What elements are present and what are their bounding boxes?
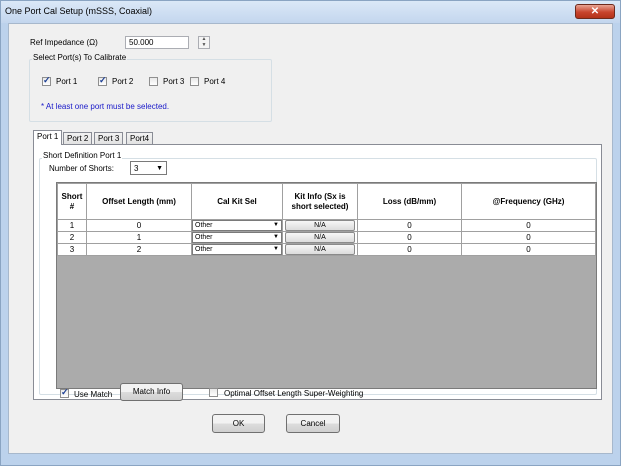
cancel-button[interactable]: Cancel	[286, 414, 340, 433]
chevron-down-icon: ▼	[273, 222, 279, 228]
table-row: 2 1 Other ▼ N/A 0 0	[57, 231, 596, 244]
port-select-group	[29, 59, 272, 122]
port3-checkbox[interactable]	[149, 77, 158, 86]
port4-checkbox[interactable]	[190, 77, 199, 86]
tab-port-3-label: Port 3	[98, 134, 120, 143]
col-kit-info-header: Kit Info (Sx is short selected)	[282, 183, 358, 220]
kit-sel-select[interactable]: Other ▼	[192, 220, 282, 231]
close-button[interactable]: ✕	[575, 4, 615, 19]
tab-port-2-label: Port 2	[67, 134, 89, 143]
window-title: One Port Cal Setup (mSSS, Coaxial)	[5, 6, 153, 16]
ref-impedance-value: 50.000	[129, 38, 154, 47]
port3-label: Port 3	[163, 77, 185, 86]
col-offset-header: Offset Length (mm)	[86, 183, 192, 220]
kit-sel-cell[interactable]: Other ▼	[191, 219, 283, 232]
ref-impedance-input[interactable]: 50.000	[125, 36, 189, 49]
spin-down-icon[interactable]: ▼	[199, 43, 209, 48]
short-cell[interactable]: 3	[57, 243, 87, 256]
freq-cell[interactable]: 0	[461, 231, 596, 244]
offset-cell[interactable]: 2	[86, 243, 192, 256]
short-cell[interactable]: 2	[57, 231, 87, 244]
loss-cell[interactable]: 0	[357, 243, 462, 256]
dialog-client: Ref Impedance (Ω) 50.000 ▲ ▼ Select Port…	[8, 23, 613, 454]
shorts-grid: Short # Offset Length (mm) Cal Kit Sel K…	[56, 182, 597, 389]
kit-sel-value: Other	[195, 234, 213, 241]
col-kit-sel-header: Cal Kit Sel	[191, 183, 283, 220]
port1-checkbox[interactable]	[42, 75, 51, 86]
kit-info-button[interactable]: N/A	[285, 232, 355, 243]
num-shorts-value: 3	[134, 164, 139, 173]
kit-info-button[interactable]: N/A	[285, 244, 355, 255]
num-shorts-select[interactable]: 3 ▼	[130, 161, 167, 175]
kit-sel-cell[interactable]: Other ▼	[191, 231, 283, 244]
table-header-row: Short # Offset Length (mm) Cal Kit Sel K…	[57, 183, 596, 220]
kit-sel-cell[interactable]: Other ▼	[191, 243, 283, 256]
port2-checkbox[interactable]	[98, 75, 107, 86]
optimal-offset-checkbox[interactable]	[209, 388, 218, 397]
tab-port-4-label: Port4	[130, 134, 150, 143]
chevron-down-icon: ▼	[273, 234, 279, 240]
kit-sel-select[interactable]: Other ▼	[192, 232, 282, 243]
ref-impedance-spinner[interactable]: ▲ ▼	[198, 36, 210, 49]
table-row: 3 2 Other ▼ N/A 0 0	[57, 243, 596, 256]
tab-panel: Short Definition Port 1 Number of Shorts…	[33, 144, 602, 400]
num-shorts-label: Number of Shorts:	[49, 164, 114, 173]
chevron-down-icon: ▼	[273, 246, 279, 252]
close-icon: ✕	[590, 6, 600, 17]
loss-cell[interactable]: 0	[357, 231, 462, 244]
short-cell[interactable]: 1	[57, 219, 87, 232]
optimal-offset-label: Optimal Offset Length Super-Weighting	[224, 389, 364, 398]
ok-button[interactable]: OK	[212, 414, 265, 433]
tab-port-1[interactable]: Port 1	[33, 130, 63, 145]
use-match-label: Use Match	[74, 390, 113, 399]
kit-info-cell[interactable]: N/A	[282, 219, 358, 232]
freq-cell[interactable]: 0	[461, 243, 596, 256]
kit-sel-value: Other	[195, 222, 213, 229]
match-info-button[interactable]: Match Info	[120, 383, 183, 401]
freq-cell[interactable]: 0	[461, 219, 596, 232]
port2-label: Port 2	[112, 77, 134, 86]
kit-sel-select[interactable]: Other ▼	[192, 244, 282, 255]
port-select-note: * At least one port must be selected.	[41, 102, 170, 111]
use-match-checkbox[interactable]	[60, 387, 69, 398]
kit-sel-value: Other	[195, 246, 213, 253]
chevron-down-icon: ▼	[156, 165, 163, 172]
short-definition-legend: Short Definition Port 1	[42, 151, 123, 160]
loss-cell[interactable]: 0	[357, 219, 462, 232]
kit-info-cell[interactable]: N/A	[282, 243, 358, 256]
table-row: 1 0 Other ▼ N/A 0 0	[57, 219, 596, 232]
col-short-header: Short #	[57, 183, 87, 220]
offset-cell[interactable]: 1	[86, 231, 192, 244]
port-select-legend: Select Port(s) To Calibrate	[32, 53, 128, 62]
offset-cell[interactable]: 0	[86, 219, 192, 232]
ref-impedance-label: Ref Impedance (Ω)	[30, 38, 98, 47]
port1-label: Port 1	[56, 77, 78, 86]
tab-port-1-label: Port 1	[37, 132, 59, 141]
port4-label: Port 4	[204, 77, 226, 86]
kit-info-button[interactable]: N/A	[285, 220, 355, 231]
title-bar[interactable]: One Port Cal Setup (mSSS, Coaxial) ✕	[1, 1, 620, 23]
kit-info-cell[interactable]: N/A	[282, 231, 358, 244]
col-loss-header: Loss (dB/mm)	[357, 183, 462, 220]
col-freq-header: @Frequency (GHz)	[461, 183, 596, 220]
cal-setup-window: One Port Cal Setup (mSSS, Coaxial) ✕ Ref…	[0, 0, 621, 466]
shorts-table: Short # Offset Length (mm) Cal Kit Sel K…	[57, 183, 596, 256]
